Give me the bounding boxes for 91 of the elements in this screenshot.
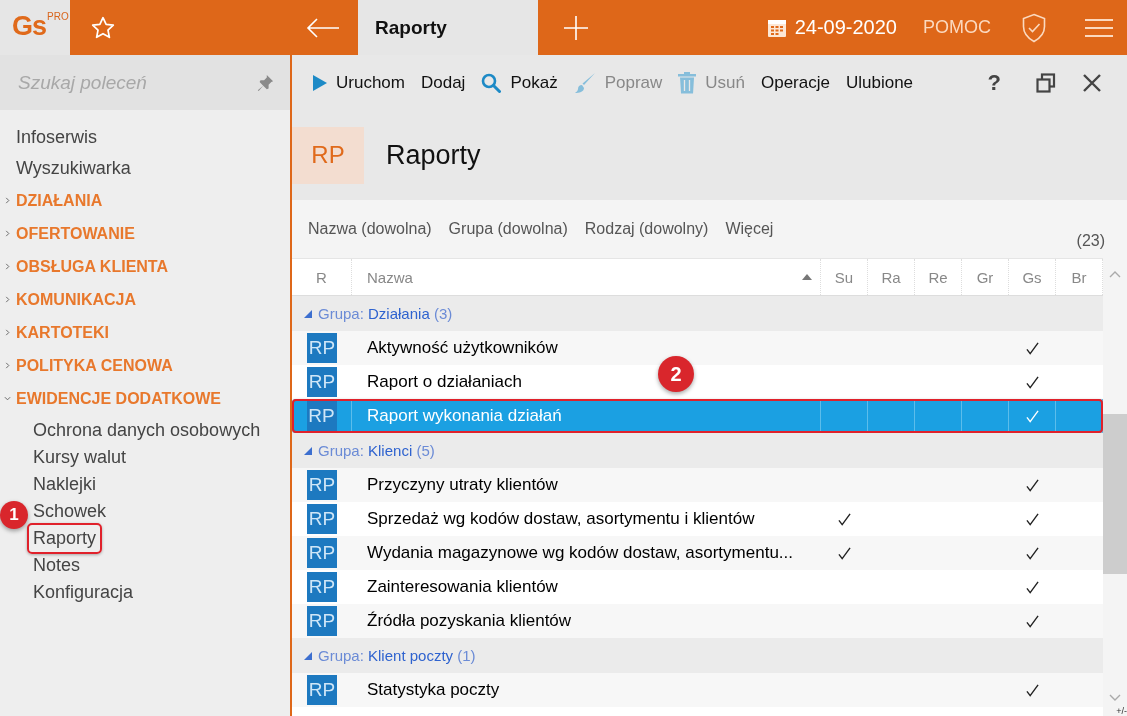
section-label: OFERTOWANIE <box>16 224 135 243</box>
shield-check-icon[interactable] <box>1021 12 1047 43</box>
calendar-icon <box>766 17 787 38</box>
table-cell: Statystyka poczty <box>367 680 500 700</box>
nav-item[interactable]: Infoserwis <box>0 122 98 153</box>
column-header[interactable]: Su <box>821 259 868 295</box>
menu-icon[interactable] <box>1085 17 1113 38</box>
nav-item[interactable]: Wyszukiwarka <box>0 153 131 184</box>
close-icon[interactable] <box>1082 72 1102 93</box>
group-row[interactable]: Grupa: Działania (3) <box>292 296 1103 331</box>
active-tab[interactable]: Raporty <box>358 0 538 55</box>
trash-icon <box>678 71 697 94</box>
filter-link[interactable]: Grupa (dowolna) <box>448 220 568 238</box>
search-icon <box>481 72 502 93</box>
module-badge: RP <box>292 126 364 184</box>
toolbar-button[interactable]: Ulubione <box>837 64 922 101</box>
search-field[interactable]: Szukaj poleceń <box>0 55 290 110</box>
filter-link[interactable]: Rodzaj (dowolny) <box>584 220 709 238</box>
record-count: (23) <box>1076 232 1105 250</box>
table-row[interactable]: RP Statystyka poczty <box>292 673 1103 707</box>
group-label: Grupa: Klient poczty (1) <box>318 647 476 664</box>
page-title: Raporty <box>386 139 481 171</box>
table-cell: Aktywność użytkowników <box>367 338 558 358</box>
table-cell: Sprzedaż wg kodów dostaw, asortymentu i klientów <box>367 509 755 529</box>
annotation-badge: 1 <box>0 501 28 529</box>
chevron-right-icon <box>4 263 11 270</box>
brush-icon <box>573 71 596 94</box>
section-label: EWIDENCJE DODATKOWE <box>16 389 222 408</box>
chevron-down-icon <box>4 395 11 402</box>
report-icon: RP <box>307 333 337 363</box>
column-header[interactable]: Gs <box>1009 259 1056 295</box>
table-cell: Zainteresowania klientów <box>367 577 558 597</box>
section-label: POLITYKA CENOWA <box>16 356 173 375</box>
group-row[interactable]: Grupa: Klienci (5) <box>292 433 1103 468</box>
report-icon: RP <box>307 367 337 397</box>
collapse-triangle-icon <box>304 651 312 660</box>
nav-item[interactable]: Raporty <box>27 523 103 554</box>
section-label: OBSŁUGA KLIENTA <box>16 257 168 276</box>
scrollbar[interactable]: +/- <box>1103 258 1127 716</box>
pin-icon[interactable] <box>256 73 274 92</box>
toolbar-button[interactable]: Uruchom <box>305 64 413 101</box>
plus-icon[interactable] <box>564 15 588 40</box>
report-icon: RP <box>307 606 337 636</box>
help-button[interactable]: ? <box>979 64 1009 101</box>
column-header[interactable]: Ra <box>868 259 915 295</box>
table-row[interactable]: RP Wydania magazynowe wg kodów dostaw, asortymentu... <box>292 536 1103 570</box>
table-row[interactable]: RP Aktywność użytkowników <box>292 331 1103 365</box>
chevron-right-icon <box>4 296 11 303</box>
report-icon: RP <box>307 572 337 602</box>
scroll-up-icon[interactable] <box>1109 270 1121 278</box>
chevron-right-icon <box>4 230 11 237</box>
star-icon[interactable] <box>90 14 116 41</box>
report-icon: RP <box>307 538 337 568</box>
filter-link[interactable]: Więcej <box>725 220 774 238</box>
chevron-right-icon <box>4 362 11 369</box>
table-cell: Źródła pozyskania klientów <box>367 611 572 631</box>
toolbar-button[interactable]: Dodaj <box>412 64 474 101</box>
section-label: KARTOTEKI <box>16 323 110 342</box>
column-header[interactable]: Re <box>915 259 962 295</box>
corner-label[interactable]: +/- <box>1116 706 1127 716</box>
section-label: DZIAŁANIA <box>16 191 103 210</box>
play-icon <box>313 74 327 91</box>
restore-window-icon[interactable] <box>1036 72 1056 93</box>
report-icon: RP <box>307 470 337 500</box>
table-cell: Raport wykonania działań <box>367 406 562 426</box>
report-icon: RP <box>307 504 337 534</box>
scroll-down-icon[interactable] <box>1109 694 1121 702</box>
search-input[interactable]: Szukaj poleceń <box>16 70 256 95</box>
table-row[interactable]: RP Źródła pozyskania klientów <box>292 604 1103 638</box>
table-cell: Raport o działaniach <box>367 372 522 392</box>
column-header[interactable]: Gr <box>962 259 1009 295</box>
table-row[interactable]: RP Przyczyny utraty klientów <box>292 468 1103 502</box>
column-header[interactable]: R <box>292 259 352 295</box>
report-icon: RP <box>307 675 337 705</box>
toolbar-button[interactable]: Operacje <box>752 64 838 101</box>
chevron-right-icon <box>4 329 11 336</box>
filter-link[interactable]: Nazwa (dowolna) <box>308 220 432 238</box>
table-cell: Wydania magazynowe wg kodów dostaw, asortymentu... <box>367 543 793 563</box>
report-icon: RP <box>306 401 337 431</box>
sort-up-icon <box>802 274 812 280</box>
group-label: Grupa: Działania (3) <box>318 305 453 322</box>
collapse-triangle-icon <box>304 446 312 455</box>
back-arrow-icon[interactable] <box>306 17 340 38</box>
collapse-triangle-icon <box>304 309 312 318</box>
section-label: KOMUNIKACJA <box>16 290 136 309</box>
chevron-right-icon <box>4 197 11 204</box>
group-label: Grupa: Klienci (5) <box>318 442 435 459</box>
toolbar-button[interactable]: Pokaż <box>473 64 566 101</box>
group-row[interactable]: Grupa: Klient poczty (1) <box>292 638 1103 673</box>
column-header[interactable]: Nazwa <box>352 259 821 295</box>
table-cell: Przyczyny utraty klientów <box>367 475 558 495</box>
